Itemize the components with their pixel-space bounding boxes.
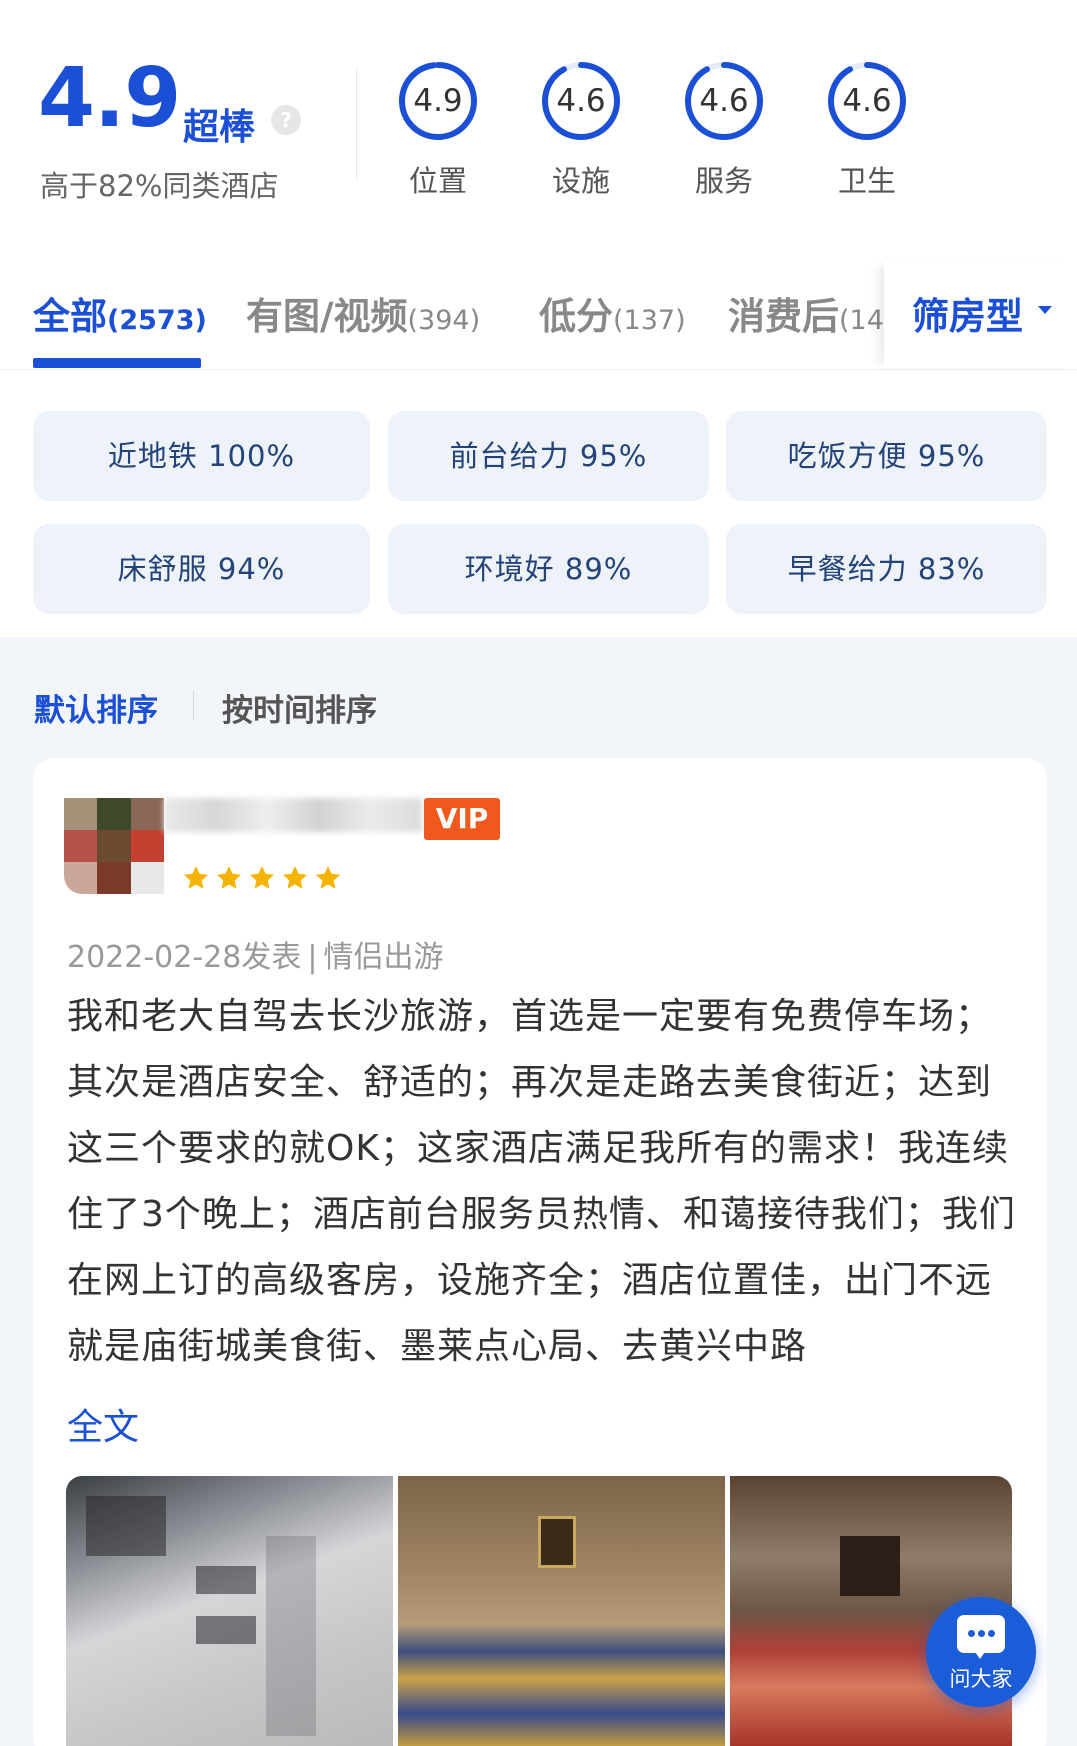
- review-text: 我和老大自驾去长沙旅游，首选是一定要有免费停车场；其次是酒店安全、舒适的；再次是…: [67, 996, 1016, 1367]
- ask-community-button[interactable]: 问大家: [926, 1597, 1036, 1707]
- star-icon: [315, 866, 341, 889]
- tab-all[interactable]: 全部(2573): [33, 286, 207, 340]
- tag-chip[interactable]: 前台给力 95%: [388, 411, 709, 501]
- trip-type: 情侣出游: [323, 940, 444, 975]
- sub-score-label: 卫生: [837, 164, 896, 198]
- divider: [193, 690, 194, 720]
- full-text-link[interactable]: 全文: [67, 1398, 139, 1450]
- room-filter-label: 筛房型: [912, 295, 1023, 338]
- review-photo-building[interactable]: [66, 1476, 393, 1746]
- tab-low-score[interactable]: 低分(137): [539, 286, 686, 340]
- score-grade: 超棒: [183, 107, 256, 148]
- review-photo-hallway[interactable]: [398, 1476, 725, 1746]
- ask-label: 问大家: [949, 1667, 1013, 1691]
- score-ring: 4.6: [683, 60, 765, 142]
- sub-score-label: 位置: [408, 164, 467, 198]
- star-icon: [249, 866, 275, 889]
- reviewer-name-blurred: [164, 798, 422, 832]
- review-meta: 2022-02-28发表 | 情侣出游: [67, 932, 443, 976]
- divider: [356, 68, 357, 180]
- sort-by-time-button[interactable]: 按时间排序: [222, 685, 377, 730]
- star-icon: [183, 866, 209, 889]
- sub-score-value: 4.9: [413, 83, 463, 119]
- review-filter-tabs: 全部(2573) 有图/视频(394) 低分(137) 消费后(14 筛房型: [0, 260, 1077, 370]
- tag-chip[interactable]: 近地铁 100%: [33, 411, 370, 501]
- chat-bubble-icon: [957, 1615, 1005, 1659]
- sub-score-value: 4.6: [556, 83, 606, 119]
- sub-score-facilities: 4.6 设施: [521, 60, 641, 200]
- sub-score-hygiene: 4.6 卫生: [807, 60, 927, 200]
- tab-label: 低分: [539, 295, 613, 338]
- sub-score-label: 设施: [551, 164, 610, 198]
- tab-count: (394): [407, 305, 481, 336]
- tag-chip[interactable]: 吃饭方便 95%: [726, 411, 1047, 501]
- review-card: VIP 2022-02-28发表 | 情侣出游 我和老大自驾去长沙旅游，首选是一定要…: [33, 758, 1047, 1746]
- overall-score: 4.9: [38, 51, 181, 146]
- tag-chip[interactable]: 床舒服 94%: [33, 524, 370, 614]
- tab-with-photos[interactable]: 有图/视频(394): [246, 286, 480, 340]
- score-ring: 4.9: [397, 60, 479, 142]
- sort-default-button[interactable]: 默认排序: [34, 685, 158, 730]
- tag-chip[interactable]: 环境好 89%: [388, 524, 709, 614]
- tab-label: 有图/视频: [246, 295, 408, 338]
- sub-score-service: 4.6 服务: [664, 60, 784, 200]
- review-date: 2022-02-28发表: [67, 940, 302, 975]
- tab-label: 消费后: [728, 295, 839, 338]
- rating-stars: [182, 864, 342, 892]
- sub-score-value: 4.6: [699, 83, 749, 119]
- score-comparison: 高于82%同类酒店: [40, 169, 279, 203]
- caret-down-icon: [1038, 306, 1052, 314]
- active-tab-indicator: [33, 358, 201, 368]
- vip-badge: VIP: [424, 798, 500, 840]
- sub-score-location: 4.9 位置: [378, 60, 498, 200]
- tab-label: 全部: [33, 295, 107, 338]
- score-ring: 4.6: [826, 60, 908, 142]
- tab-count: (2573): [107, 305, 207, 336]
- sub-score-label: 服务: [694, 164, 753, 198]
- tag-chip[interactable]: 早餐给力 83%: [726, 524, 1047, 614]
- room-type-filter[interactable]: 筛房型: [884, 260, 1077, 368]
- star-icon: [216, 866, 242, 889]
- tab-count: (14: [839, 305, 884, 336]
- question-icon[interactable]: ?: [271, 105, 301, 135]
- score-summary: 4.9 超棒 ? 高于82%同类酒店 4.9 位置 4.6 设施 4.6 服务 …: [0, 0, 1077, 230]
- sub-score-value: 4.6: [842, 83, 892, 119]
- tab-count: (137): [613, 305, 686, 336]
- tab-after-stay[interactable]: 消费后(14: [728, 286, 890, 340]
- star-icon: [282, 866, 308, 889]
- meta-separator: |: [307, 940, 318, 975]
- avatar[interactable]: [64, 798, 164, 894]
- score-ring: 4.6: [540, 60, 622, 142]
